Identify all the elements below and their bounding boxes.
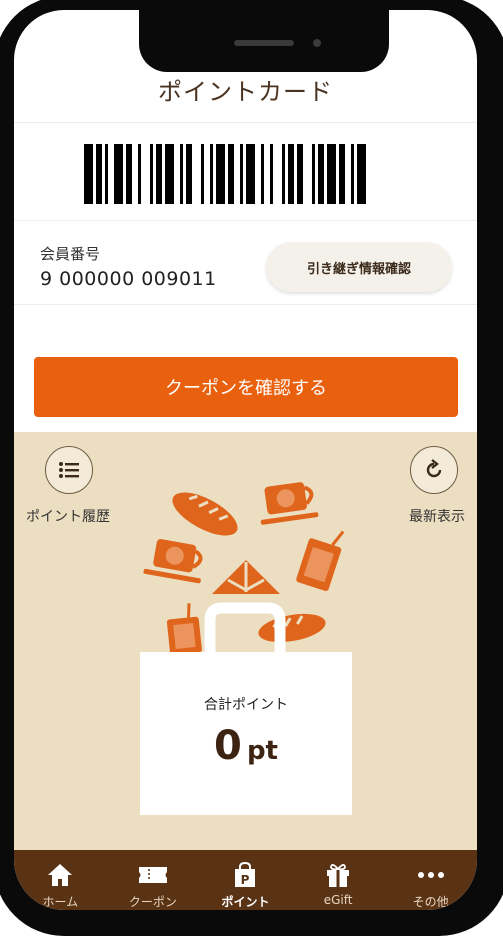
tab-label: eGift <box>323 893 353 907</box>
phone-frame: ポイントカード 会員番号 9 000000 009011 引き継ぎ情報確認 クー… <box>0 0 503 936</box>
coupon-icon <box>138 862 168 888</box>
handover-info-button[interactable]: 引き継ぎ情報確認 <box>266 242 452 292</box>
svg-text:P: P <box>241 873 250 887</box>
barcode-bar <box>297 144 303 204</box>
front-camera <box>313 39 321 47</box>
iced-drink-icon-2 <box>166 603 202 656</box>
baguette-icon <box>172 492 238 536</box>
member-number-value: 9 000000 009011 <box>40 268 217 290</box>
barcode-bar <box>261 144 264 204</box>
barcode-bar <box>288 144 294 204</box>
tab-label: クーポン <box>128 895 177 909</box>
barcode-bar <box>156 144 162 204</box>
barcode-bar <box>312 144 315 204</box>
point-history-label: ポイント履歴 <box>26 509 110 525</box>
point-icon: P <box>232 862 258 888</box>
more-icon <box>417 862 445 888</box>
check-coupon-button[interactable]: クーポンを確認する <box>34 357 458 417</box>
barcode-bar <box>246 144 255 204</box>
barcode-bar <box>180 144 183 204</box>
barcode-bar <box>357 144 366 204</box>
barcode-bar <box>327 144 336 204</box>
barcode-bar <box>282 144 285 204</box>
coffee-cup-icon <box>260 482 319 525</box>
tab-label: その他 <box>412 895 449 909</box>
gift-icon <box>326 862 350 888</box>
member-number-label: 会員番号 <box>40 245 101 263</box>
barcode-bar <box>228 144 234 204</box>
total-points: 0 pt <box>140 723 352 769</box>
member-divider <box>14 304 477 305</box>
baguette-icon-2 <box>258 613 326 643</box>
barcode-bar <box>210 144 213 204</box>
tab-point[interactable]: P ポイント <box>199 850 292 910</box>
barcode-bar <box>216 144 225 204</box>
barcode-bar <box>351 144 354 204</box>
barcode-bar <box>114 144 123 204</box>
barcode-bar <box>270 144 273 204</box>
barcode-bar <box>96 144 102 204</box>
tab-label: ホーム <box>42 895 79 909</box>
member-barcode <box>84 144 366 204</box>
barcode-bar <box>150 144 153 204</box>
header-divider <box>14 122 477 123</box>
tab-coupon[interactable]: クーポン <box>107 850 200 910</box>
speaker-grille <box>234 40 294 46</box>
barcode-bar <box>165 144 174 204</box>
phone-notch <box>139 10 389 72</box>
tab-home[interactable]: ホーム <box>14 850 107 910</box>
total-points-unit: pt <box>246 736 278 766</box>
home-icon <box>47 862 73 888</box>
barcode-bar <box>186 144 192 204</box>
croissant-icon <box>212 560 280 594</box>
total-points-value: 0 <box>214 723 242 769</box>
barcode-bar <box>339 144 345 204</box>
barcode-divider <box>14 220 477 221</box>
barcode-bar <box>138 144 141 204</box>
barcode-bar <box>201 144 204 204</box>
tab-label: ポイント <box>221 895 270 909</box>
list-icon <box>59 462 79 478</box>
tab-egift[interactable]: eGift <box>292 850 385 910</box>
total-points-label: 合計ポイント <box>204 697 288 713</box>
barcode-bar <box>240 144 243 204</box>
barcode-bar <box>105 144 108 204</box>
barcode-bar <box>84 144 93 204</box>
refresh-button[interactable] <box>410 446 458 494</box>
tab-more[interactable]: その他 <box>384 850 477 910</box>
refresh-label: 最新表示 <box>409 509 465 525</box>
point-panel: ポイント履歴 最新表示 合計ポイント 0 pt <box>14 432 477 850</box>
bakery-illustration <box>140 482 352 815</box>
barcode-bar <box>318 144 324 204</box>
point-history-button[interactable] <box>45 446 93 494</box>
barcode-bar <box>126 144 132 204</box>
refresh-icon <box>426 459 442 478</box>
app-screen: ポイントカード 会員番号 9 000000 009011 引き継ぎ情報確認 クー… <box>14 10 477 910</box>
coffee-cup-icon-2 <box>143 539 203 584</box>
iced-drink-icon <box>296 530 345 591</box>
page-title: ポイントカード <box>158 78 333 106</box>
bottom-tab-bar: ホーム クーポン P ポイント eGift その他 <box>14 850 477 910</box>
